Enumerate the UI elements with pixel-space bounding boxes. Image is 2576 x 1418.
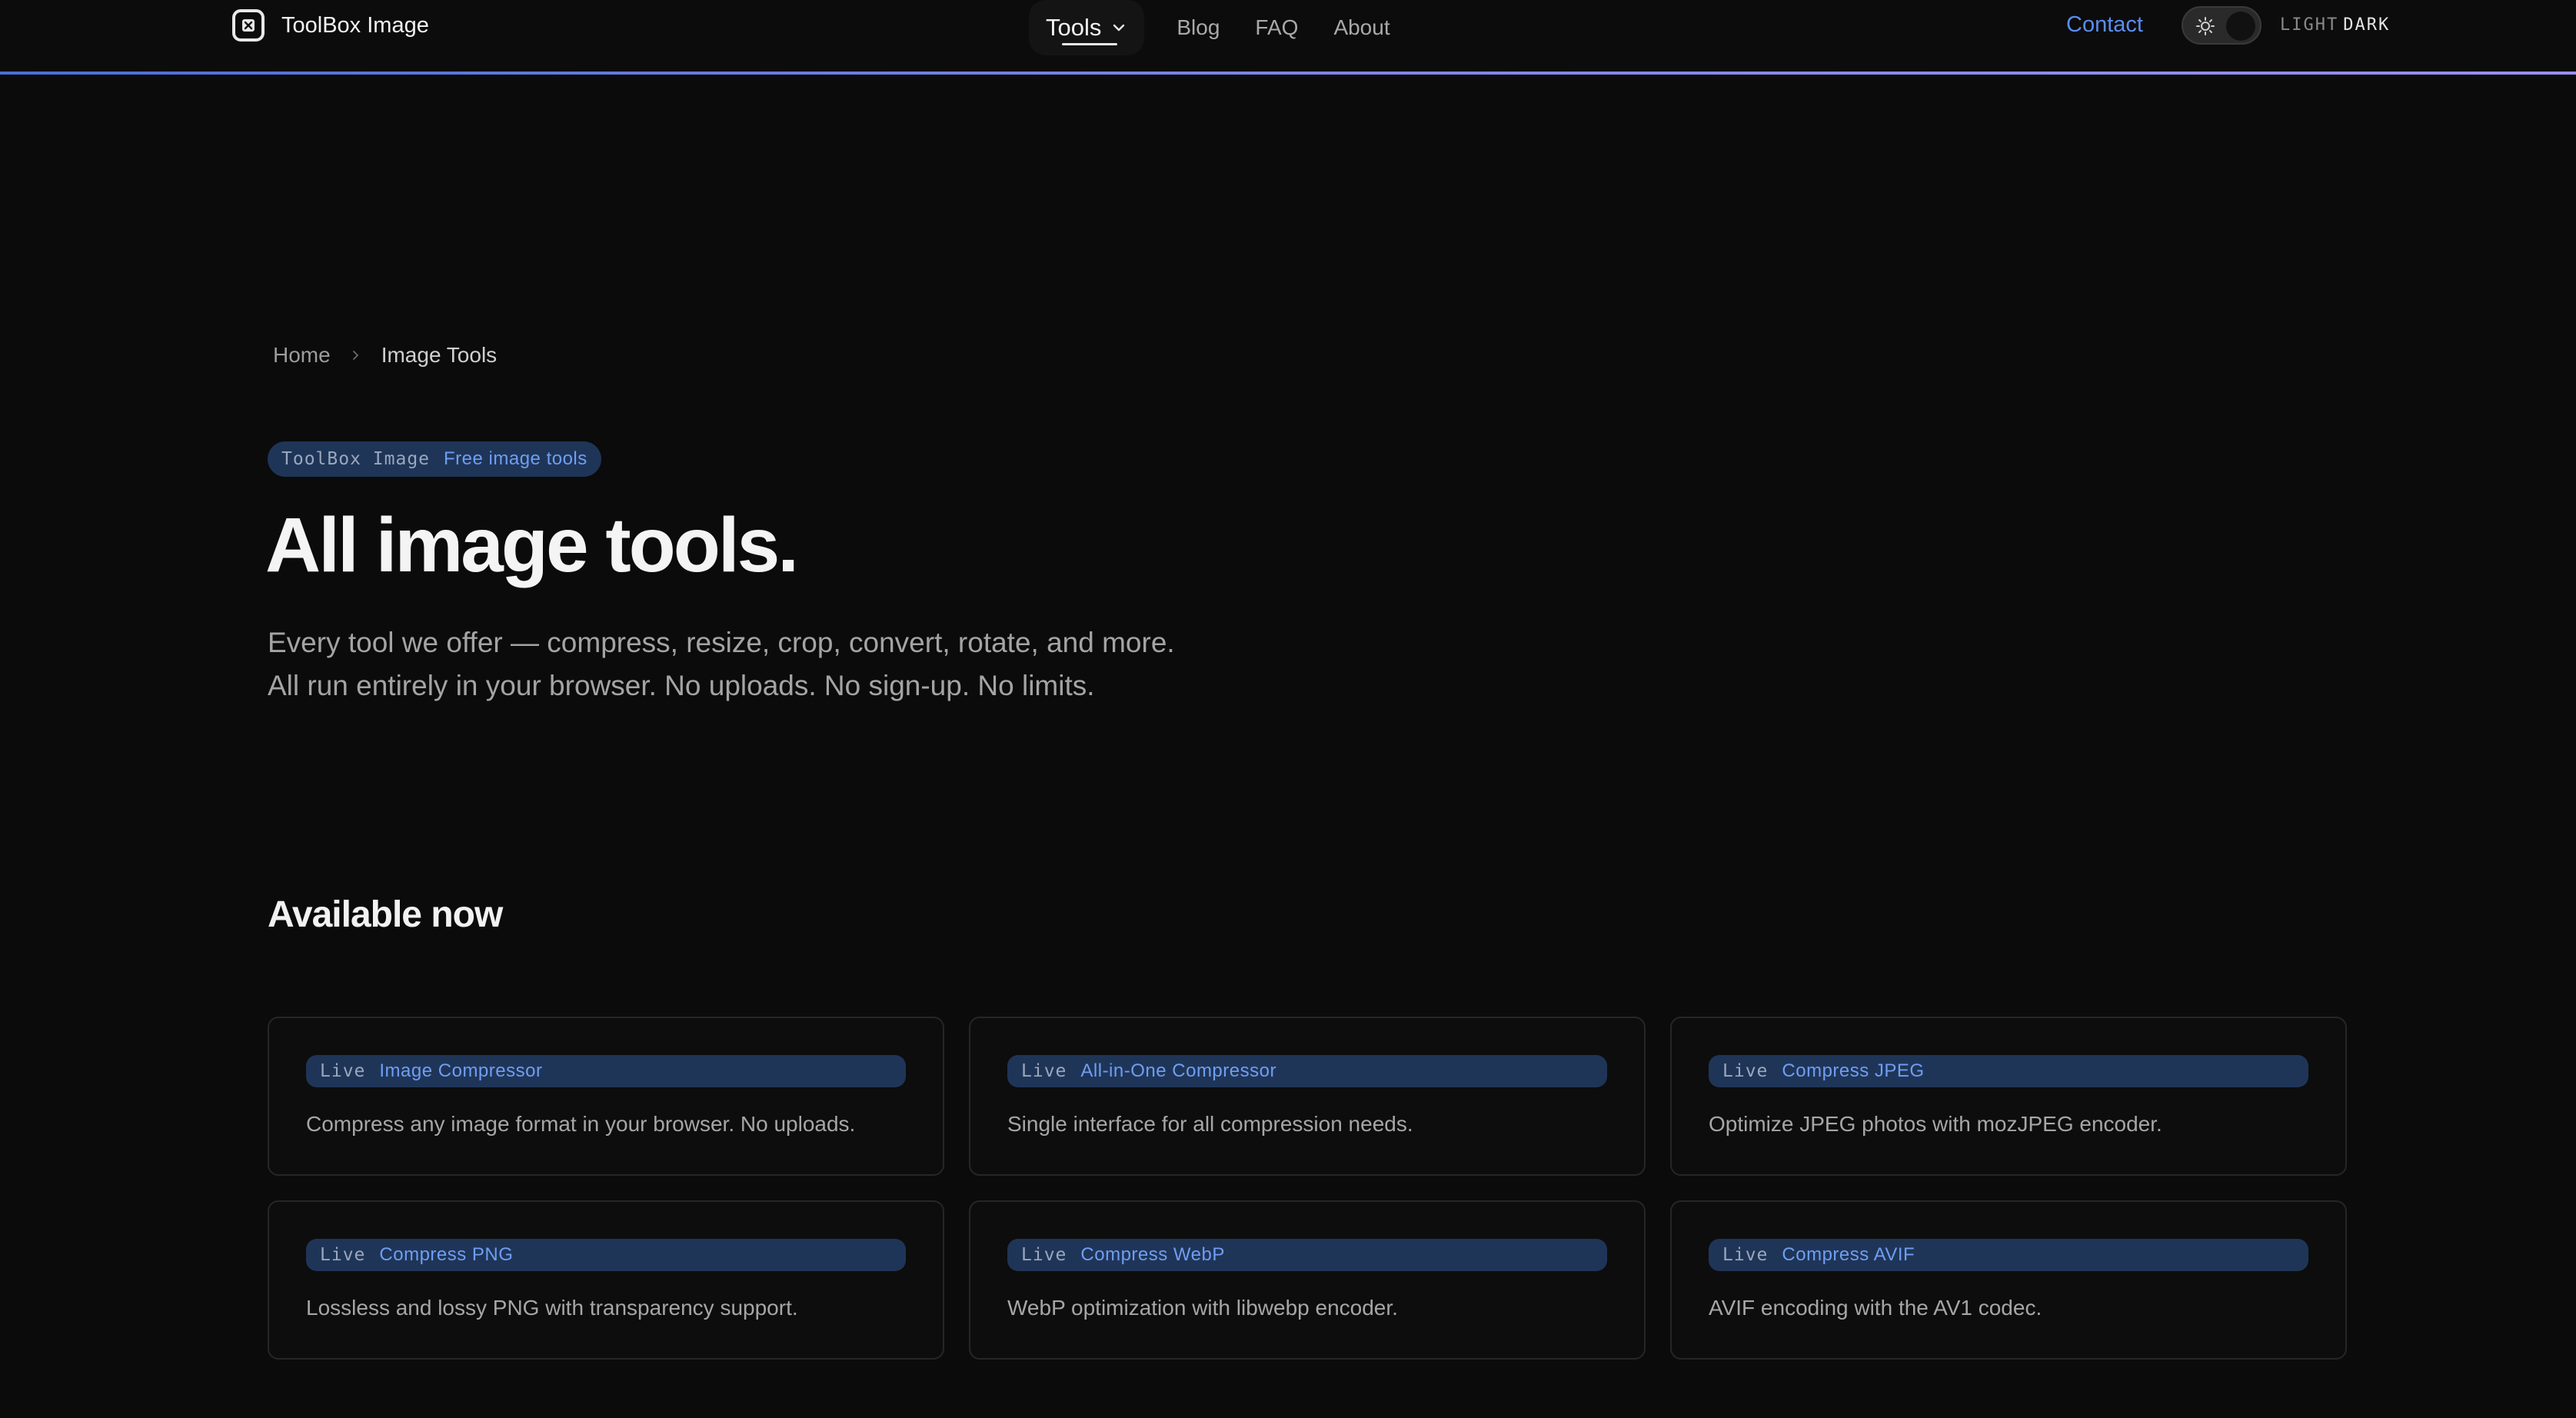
nav-active-indicator: [1062, 43, 1117, 45]
tool-card-compress-webp[interactable]: Live Compress WebP WebP optimization wit…: [969, 1200, 1646, 1360]
tool-status: Live: [320, 1061, 366, 1081]
nav-tools-label: Tools: [1046, 14, 1102, 41]
toolbox-logo-icon: [232, 9, 265, 42]
breadcrumb: Home Image Tools: [273, 343, 497, 368]
tool-card-all-in-one-compressor[interactable]: Live All-in-One Compressor Single interf…: [969, 1017, 1646, 1176]
tools-grid: Live Image Compressor Compress any image…: [268, 1017, 2347, 1360]
tool-status: Live: [1722, 1061, 1769, 1081]
tool-status: Live: [1722, 1245, 1769, 1265]
contact-link[interactable]: Contact: [2066, 12, 2143, 38]
tool-description: AVIF encoding with the AV1 codec.: [1709, 1296, 2042, 1320]
tool-card-compress-avif[interactable]: Live Compress AVIF AVIF encoding with th…: [1670, 1200, 2347, 1360]
tool-status: Live: [1021, 1061, 1067, 1081]
nav-tools-dropdown[interactable]: Tools: [1029, 0, 1145, 55]
brand-link[interactable]: ToolBox Image: [232, 9, 429, 42]
tool-name: All-in-One Compressor: [1080, 1060, 1276, 1081]
tool-name: Compress JPEG: [1782, 1060, 1925, 1081]
page-title: All image tools.: [265, 502, 799, 588]
breadcrumb-current: Image Tools: [381, 343, 498, 367]
hero-description: Every tool we offer — compress, resize, …: [268, 621, 1175, 707]
tool-name: Compress AVIF: [1782, 1244, 1915, 1265]
sun-icon: [2196, 17, 2215, 35]
nav-link-blog[interactable]: Blog: [1177, 15, 1220, 40]
tool-tag: Live Compress WebP: [1007, 1239, 1607, 1271]
chevron-down-icon: [1113, 24, 1125, 32]
tool-card-image-compressor[interactable]: Live Image Compressor Compress any image…: [268, 1017, 944, 1176]
tool-name: Image Compressor: [379, 1060, 543, 1081]
hero-badge-brand: ToolBox Image: [281, 449, 431, 469]
tool-description: Lossless and lossy PNG with transparency…: [306, 1296, 798, 1320]
tool-status: Live: [1021, 1245, 1067, 1265]
tool-tag: Live Compress PNG: [306, 1239, 906, 1271]
tool-status: Live: [320, 1245, 366, 1265]
theme-toggle[interactable]: [2182, 6, 2261, 45]
tool-description: WebP optimization with libwebp encoder.: [1007, 1296, 1398, 1320]
tool-description: Compress any image format in your browse…: [306, 1112, 856, 1136]
chevron-right-icon: [352, 351, 358, 360]
tool-card-compress-jpeg[interactable]: Live Compress JPEG Optimize JPEG photos …: [1670, 1017, 2347, 1176]
tool-tag: Live All-in-One Compressor: [1007, 1055, 1607, 1087]
main-nav: Tools Blog FAQ About: [1029, 0, 1390, 55]
nav-link-faq[interactable]: FAQ: [1255, 15, 1298, 40]
tool-card-compress-png[interactable]: Live Compress PNG Lossless and lossy PNG…: [268, 1200, 944, 1360]
tool-tag: Live Image Compressor: [306, 1055, 906, 1087]
tool-name: Compress WebP: [1080, 1244, 1225, 1265]
header-gradient-divider: [0, 72, 2576, 75]
toggle-knob: [2226, 12, 2255, 41]
hero-description-line-1: Every tool we offer — compress, resize, …: [268, 627, 1175, 658]
tool-description: Optimize JPEG photos with mozJPEG encode…: [1709, 1112, 2162, 1136]
breadcrumb-home[interactable]: Home: [273, 343, 331, 368]
hero-badge: ToolBox Image Free image tools: [268, 441, 601, 477]
tool-tag: Live Compress JPEG: [1709, 1055, 2308, 1087]
brand-name: ToolBox Image: [281, 12, 429, 38]
light-mode-label[interactable]: LIGHT: [2280, 15, 2338, 35]
site-header: ToolBox Image Tools Blog FAQ About Conta…: [0, 0, 2576, 75]
tool-name: Compress PNG: [379, 1244, 514, 1265]
hero-description-line-2: All run entirely in your browser. No upl…: [268, 670, 1095, 701]
dark-mode-label[interactable]: DARK: [2343, 15, 2390, 35]
tool-description: Single interface for all compression nee…: [1007, 1112, 1413, 1136]
tool-tag: Live Compress AVIF: [1709, 1239, 2308, 1271]
hero-badge-text: Free image tools: [444, 448, 587, 469]
section-title: Available now: [268, 894, 503, 935]
theme-labels: LIGHT DARK: [2280, 15, 2390, 35]
nav-link-about[interactable]: About: [1333, 15, 1390, 40]
